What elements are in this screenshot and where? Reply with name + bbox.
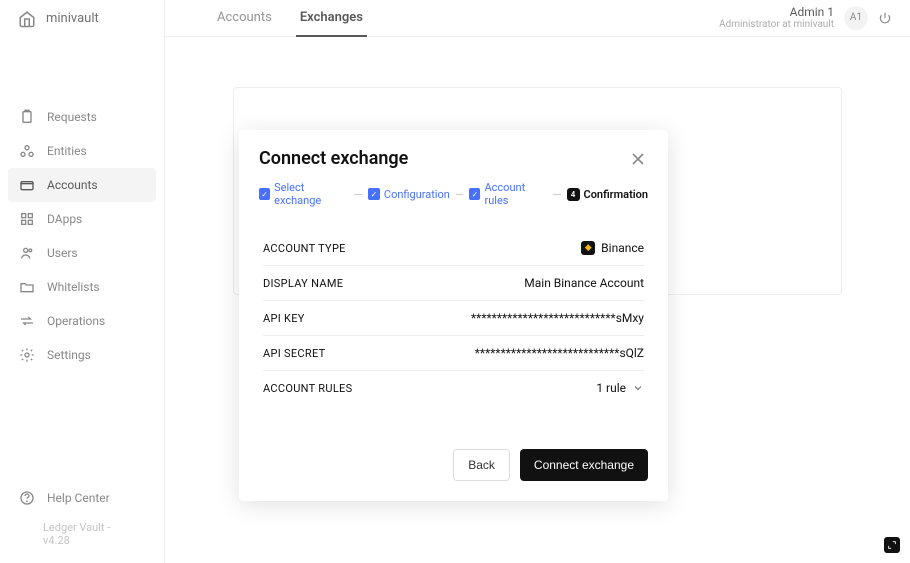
account-type-value: Binance: [601, 241, 644, 255]
summary-label: API SECRET: [263, 347, 325, 360]
binance-icon: ◆: [581, 241, 595, 255]
close-icon[interactable]: [628, 149, 648, 169]
row-display-name: DISPLAY NAME Main Binance Account: [263, 266, 644, 301]
modal-title: Connect exchange: [259, 148, 408, 169]
account-rules-value: 1 rule: [596, 381, 644, 395]
step-separator: [553, 194, 560, 195]
row-api-key: API KEY ****************************sMxy: [263, 301, 644, 336]
row-api-secret: API SECRET ****************************s…: [263, 336, 644, 371]
check-icon: ✓: [368, 188, 380, 200]
row-account-type: ACCOUNT TYPE ◆ Binance: [263, 231, 644, 266]
summary-label: ACCOUNT TYPE: [263, 242, 346, 255]
display-name-value: Main Binance Account: [524, 276, 644, 290]
connect-exchange-button[interactable]: Connect exchange: [520, 449, 648, 481]
summary-value: ◆ Binance: [581, 241, 644, 255]
step-label: Account rules: [484, 181, 547, 207]
step-separator: [354, 194, 361, 195]
summary-label: DISPLAY NAME: [263, 277, 343, 290]
connect-exchange-modal: Connect exchange ✓ Select exchange ✓ Con…: [239, 130, 668, 501]
rules-count: 1 rule: [596, 381, 626, 395]
step-select-exchange: ✓ Select exchange: [259, 181, 348, 207]
step-label: Confirmation: [584, 188, 648, 201]
api-secret-value: ****************************sQlZ: [475, 346, 644, 360]
modal-header: Connect exchange: [239, 130, 668, 181]
summary-label: API KEY: [263, 312, 305, 325]
back-button[interactable]: Back: [453, 449, 510, 481]
modal-footer: Back Connect exchange: [239, 433, 668, 501]
summary: ACCOUNT TYPE ◆ Binance DISPLAY NAME Main…: [239, 221, 668, 415]
row-account-rules[interactable]: ACCOUNT RULES 1 rule: [263, 371, 644, 405]
step-confirmation: 4 Confirmation: [567, 188, 648, 201]
step-label: Select exchange: [274, 181, 348, 207]
api-key-value: ****************************sMxy: [471, 311, 644, 325]
check-icon: ✓: [259, 188, 270, 200]
step-separator: [456, 194, 463, 195]
step-number: 4: [567, 188, 580, 201]
step-account-rules: ✓ Account rules: [469, 181, 547, 207]
step-label: Configuration: [384, 188, 450, 201]
summary-label: ACCOUNT RULES: [263, 382, 352, 395]
chevron-down-icon: [632, 382, 644, 394]
expand-icon: [887, 540, 897, 550]
check-icon: ✓: [469, 188, 480, 200]
stepper: ✓ Select exchange ✓ Configuration ✓ Acco…: [239, 181, 668, 221]
step-configuration: ✓ Configuration: [368, 188, 450, 201]
expand-fab[interactable]: [884, 537, 900, 553]
